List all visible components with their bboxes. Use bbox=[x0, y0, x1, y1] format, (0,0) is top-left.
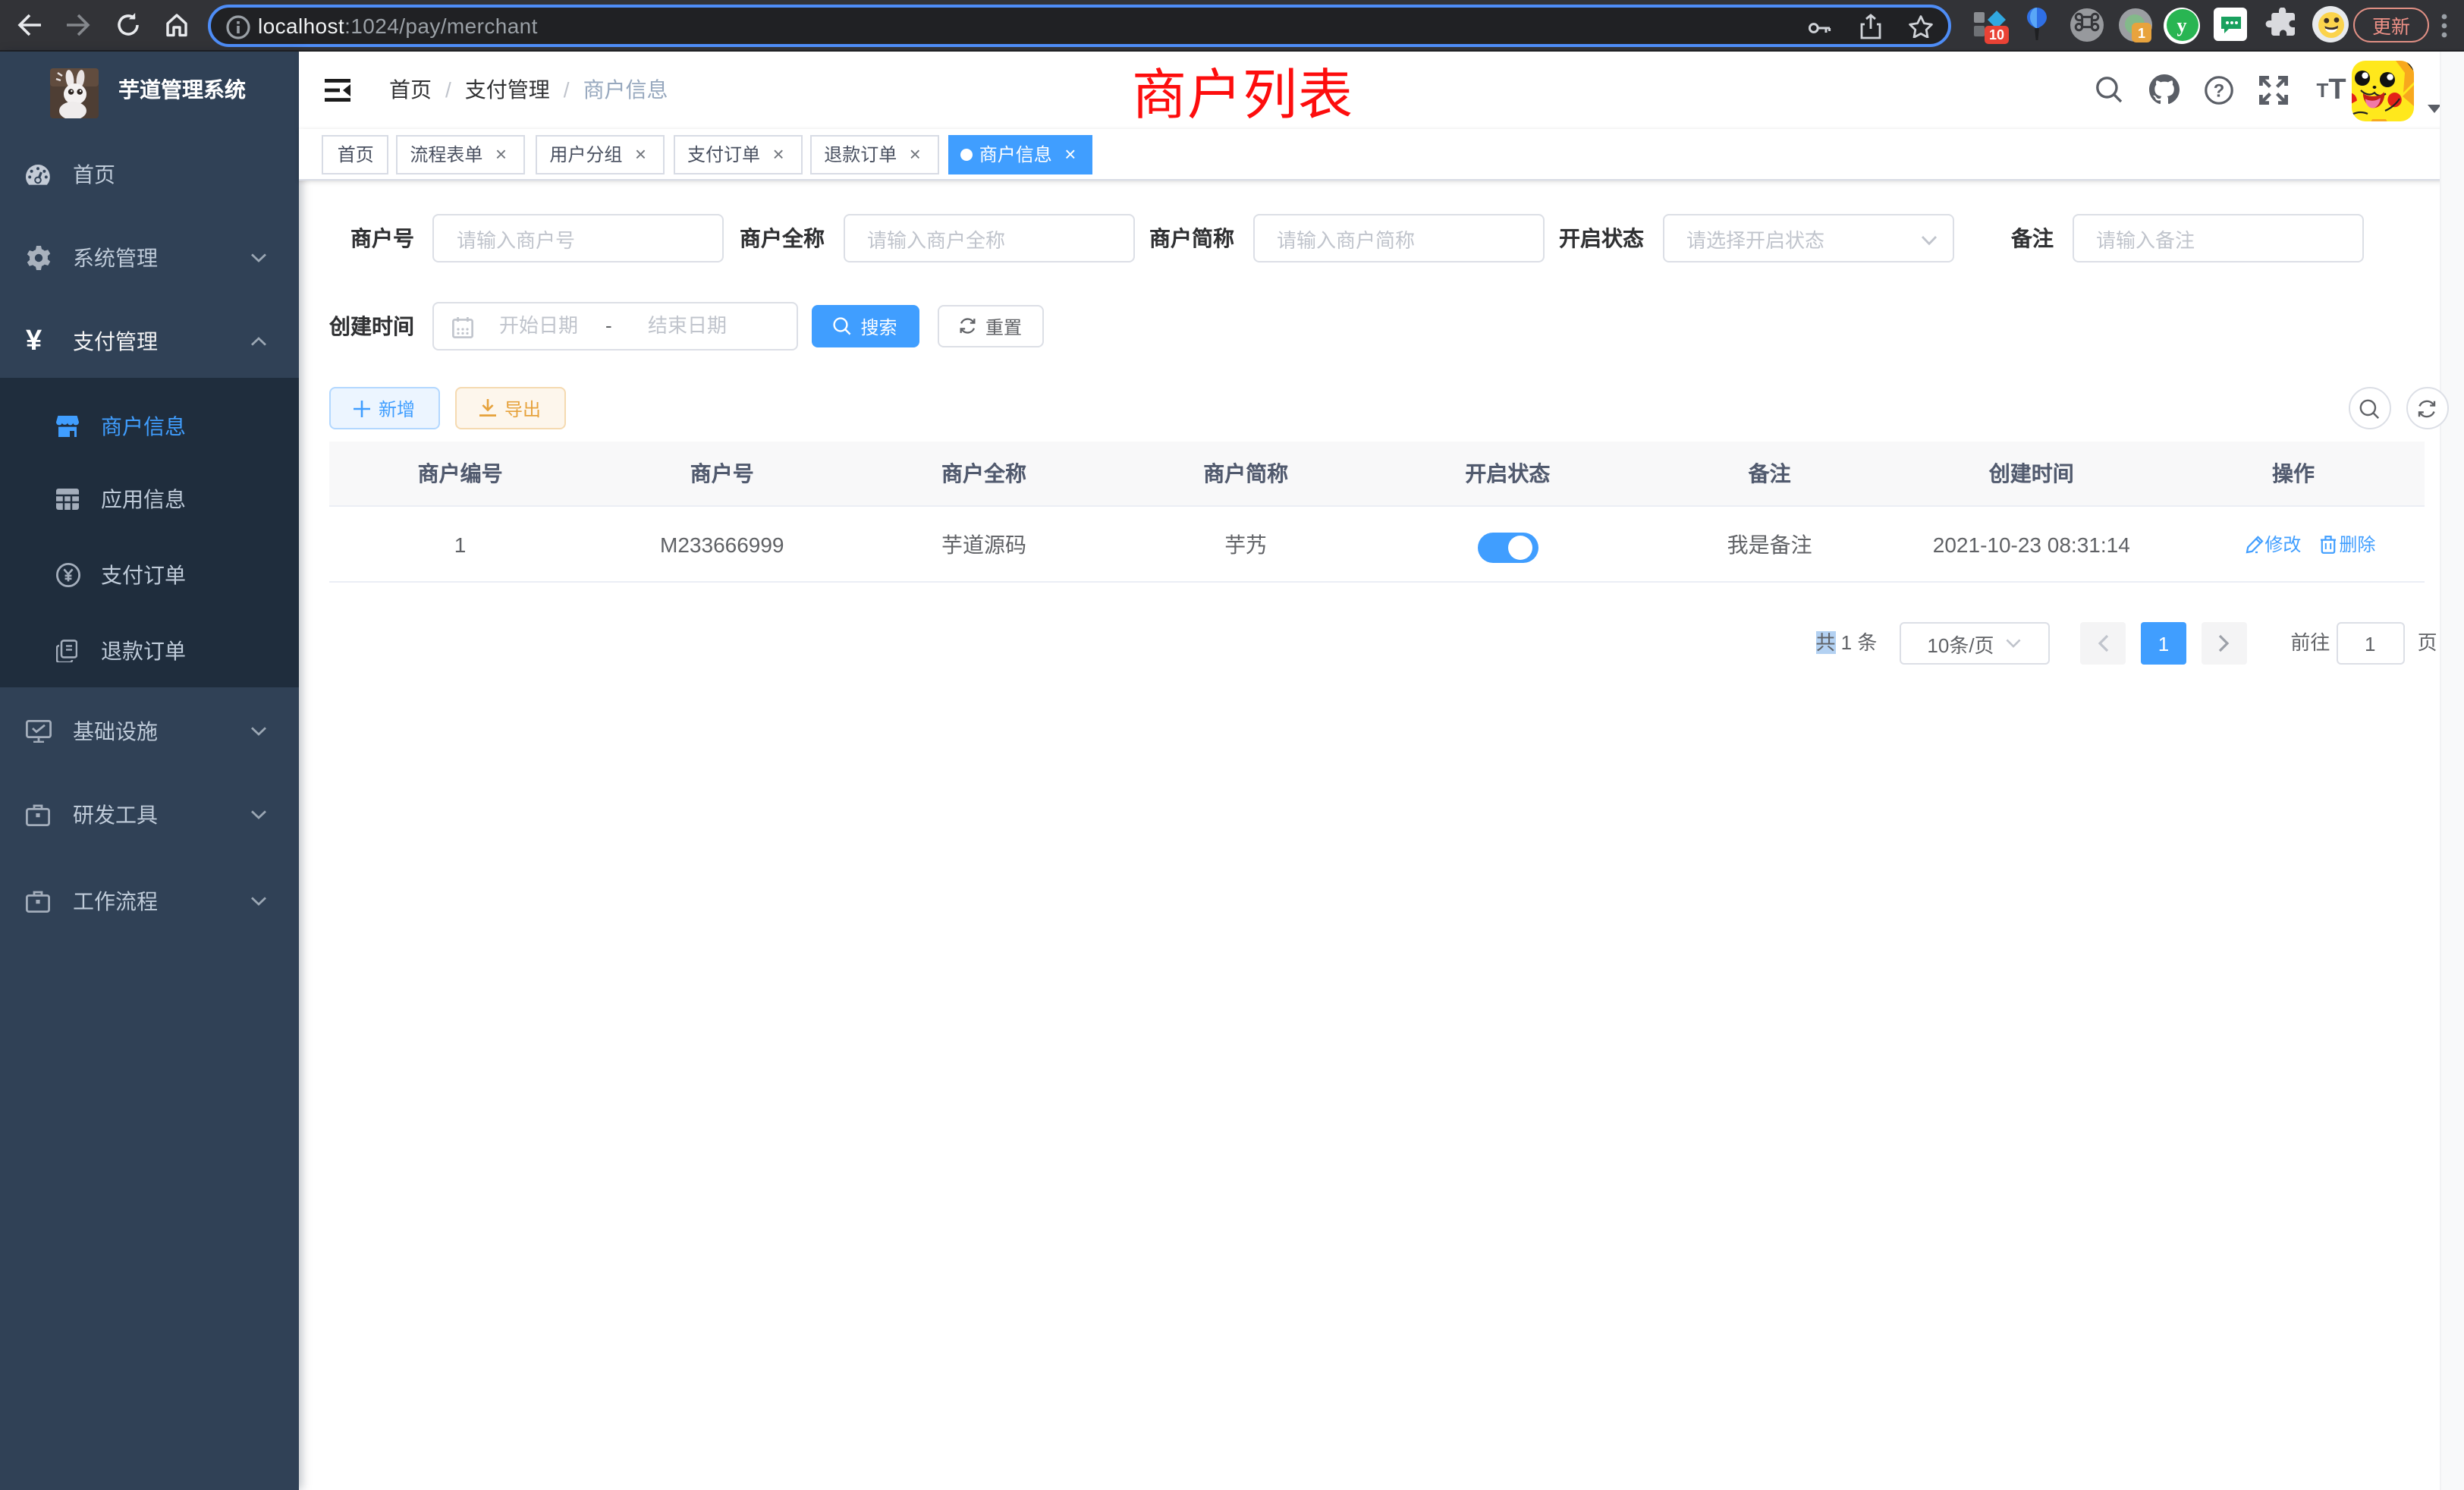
svg-text:?: ? bbox=[2213, 80, 2224, 101]
